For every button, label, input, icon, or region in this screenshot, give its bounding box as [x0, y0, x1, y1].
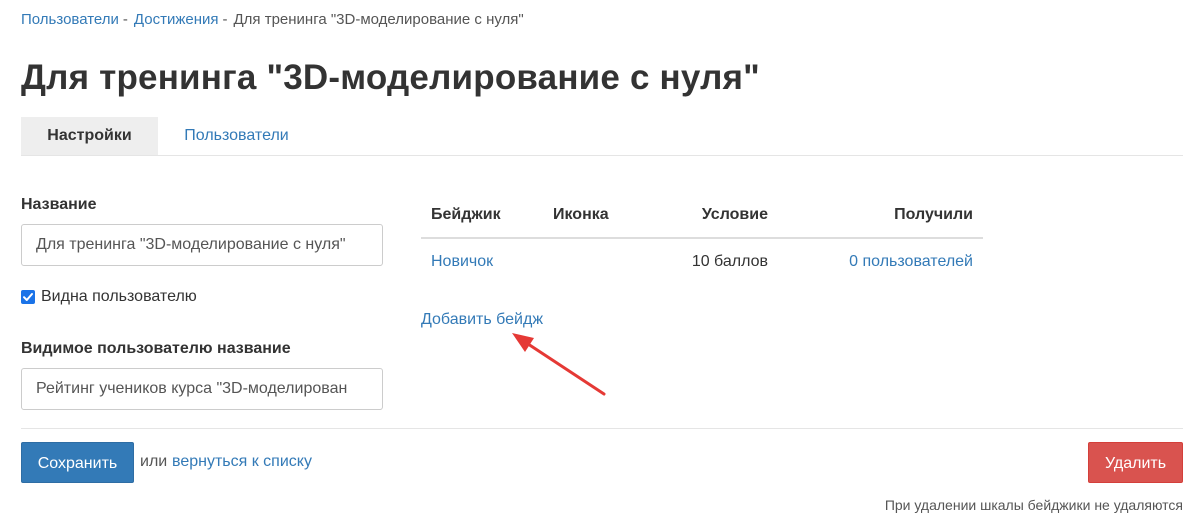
badge-condition: 10 баллов: [691, 253, 768, 270]
breadcrumb-current: Для тренинга "3D-моделирование с нуля": [233, 11, 524, 28]
save-button[interactable]: Сохранить: [21, 442, 134, 483]
visible-checkbox[interactable]: [21, 290, 35, 304]
badge-link-novice[interactable]: Новичок: [431, 253, 493, 271]
breadcrumb-link-achievements[interactable]: Достижения: [134, 11, 219, 28]
breadcrumb-link-users[interactable]: Пользователи: [21, 11, 119, 28]
breadcrumb: Пользователи - Достижения - Для тренинга "3D…: [21, 11, 524, 28]
tab-settings[interactable]: Настройки: [21, 117, 158, 155]
or-text: или: [140, 453, 168, 470]
breadcrumb-separator: -: [222, 11, 228, 28]
delete-button[interactable]: Удалить: [1088, 442, 1183, 483]
visible-checkbox-row[interactable]: Видна пользователю: [21, 288, 197, 306]
badge-received-link[interactable]: 0 пользователей: [849, 253, 973, 271]
column-header-condition: Условие: [701, 206, 768, 223]
column-header-badge: Бейджик: [431, 206, 501, 223]
footer-divider: [21, 428, 1183, 429]
back-to-list-link[interactable]: вернуться к списку: [172, 453, 312, 471]
tabs: Настройки Пользователи: [21, 117, 1183, 156]
delete-hint: При удалении шкалы бейджики не удаляются: [884, 497, 1183, 513]
annotation-arrow-icon: [512, 333, 606, 396]
table-header-divider: [421, 237, 983, 239]
name-input[interactable]: Для тренинга "3D-моделирование с нуля": [21, 224, 383, 266]
tab-users[interactable]: Пользователи: [158, 117, 315, 155]
check-icon: [23, 293, 33, 301]
page-title: Для тренинга "3D-моделирование с нуля": [21, 58, 760, 97]
name-label: Название: [21, 196, 97, 213]
breadcrumb-separator: -: [122, 11, 128, 28]
visible-name-label: Видимое пользователю название: [21, 340, 291, 357]
visible-name-input[interactable]: Рейтинг учеников курса "3D-моделирован: [21, 368, 383, 410]
column-header-received: Получили: [894, 206, 973, 223]
visible-checkbox-label: Видна пользователю: [41, 288, 197, 305]
column-header-icon: Иконка: [553, 206, 609, 223]
